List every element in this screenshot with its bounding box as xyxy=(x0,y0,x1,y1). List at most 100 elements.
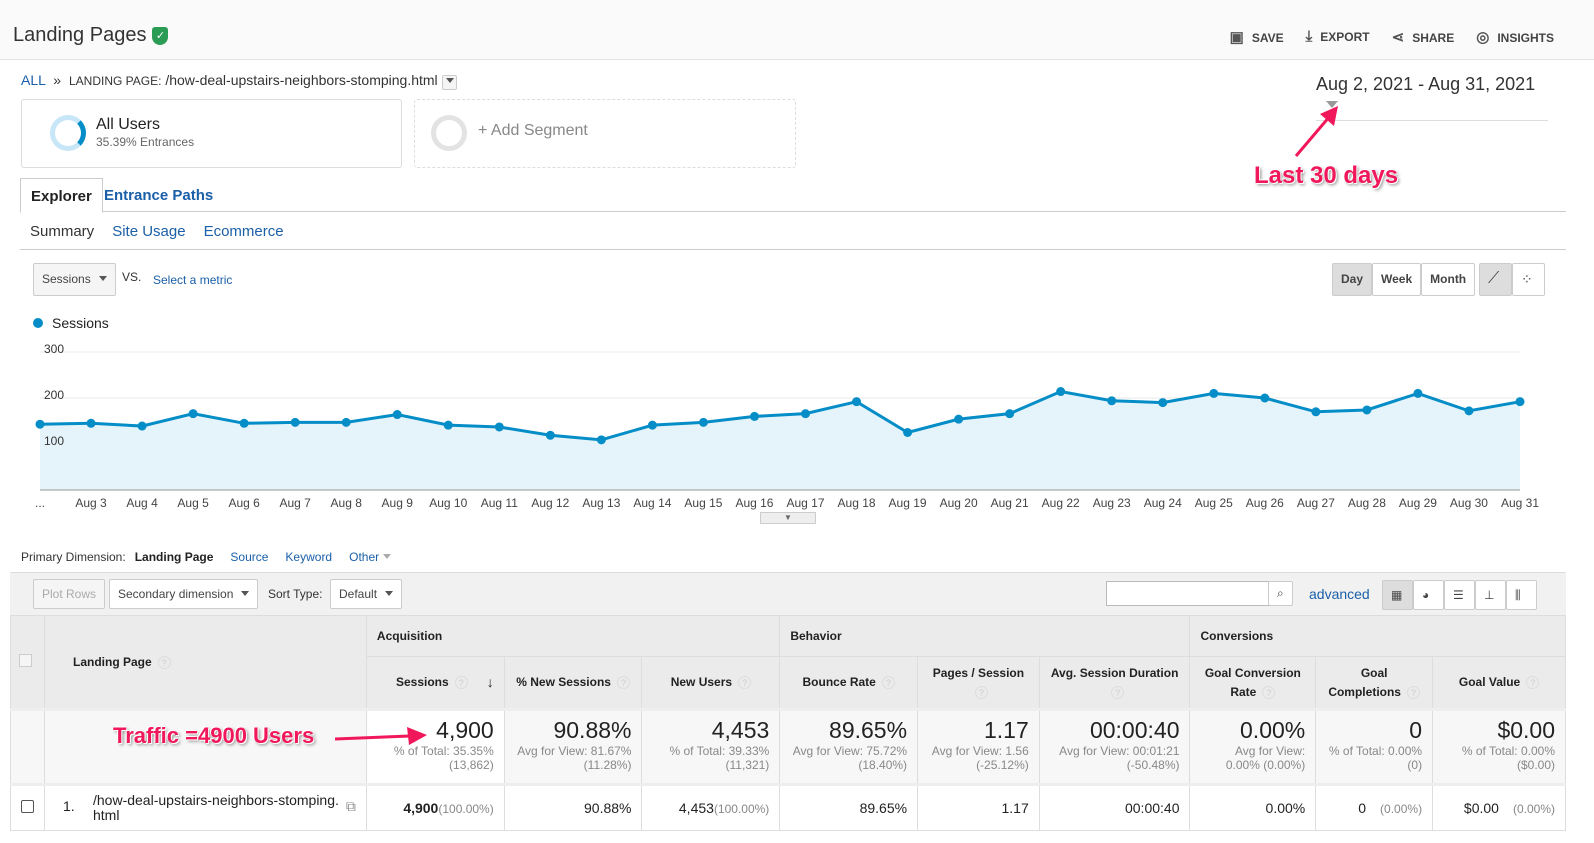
tab-entrance-paths[interactable]: Entrance Paths xyxy=(94,178,223,213)
data-point[interactable] xyxy=(954,414,964,424)
x-tick-label: Aug 10 xyxy=(429,496,468,510)
select-all-checkbox[interactable] xyxy=(19,654,32,667)
plot-rows-button[interactable]: Plot Rows xyxy=(33,579,106,609)
data-point[interactable] xyxy=(698,417,708,427)
col-pages-session[interactable]: Pages / Session? xyxy=(917,656,1040,710)
tab-explorer[interactable]: Explorer xyxy=(20,178,103,213)
data-point[interactable] xyxy=(1362,405,1372,415)
advanced-link[interactable]: advanced xyxy=(1309,586,1370,602)
data-point[interactable] xyxy=(35,419,45,429)
data-point[interactable] xyxy=(137,421,147,431)
subtab-ecommerce[interactable]: Ecommerce xyxy=(204,223,284,240)
data-point[interactable] xyxy=(1056,387,1066,397)
data-point[interactable] xyxy=(852,397,862,407)
save-button[interactable]: ▣ SAVE xyxy=(1230,28,1284,46)
secondary-dimension-select[interactable]: Secondary dimension xyxy=(109,579,259,609)
sort-type-select[interactable]: Default xyxy=(330,579,403,609)
pie-view-icon[interactable]: ◕ xyxy=(1413,580,1444,610)
table-search-input[interactable] xyxy=(1106,581,1270,606)
data-point[interactable] xyxy=(1107,396,1117,406)
data-point[interactable] xyxy=(647,420,657,430)
segment-all-users[interactable]: All Users 35.39% Entrances xyxy=(21,99,402,168)
col-bounce-rate[interactable]: Bounce Rate? xyxy=(779,656,919,710)
table-view-icon[interactable]: ▦ xyxy=(1382,580,1413,610)
select-metric-link[interactable]: Select a metric xyxy=(153,273,232,287)
data-point[interactable] xyxy=(86,418,96,428)
period-day-button[interactable]: Day xyxy=(1332,263,1373,296)
data-point[interactable] xyxy=(1158,398,1168,408)
sort-desc-icon[interactable]: ↓ xyxy=(487,673,494,692)
data-point[interactable] xyxy=(1464,406,1474,416)
insights-button[interactable]: ◎ INSIGHTS xyxy=(1476,28,1554,46)
comparison-view-icon[interactable]: ⊥ xyxy=(1475,580,1506,610)
col-sessions[interactable]: Sessions? ↓ xyxy=(365,656,505,710)
data-point[interactable] xyxy=(1515,397,1525,407)
col-goal-value[interactable]: Goal Value? xyxy=(1432,656,1566,710)
dimension-landing-page[interactable]: Landing Page xyxy=(135,550,214,564)
col-new-users[interactable]: New Users? xyxy=(641,656,781,710)
data-point[interactable] xyxy=(545,430,555,440)
subtabs: Summary Site Usage Ecommerce xyxy=(30,223,284,240)
vs-label: VS. xyxy=(122,270,142,284)
data-point[interactable] xyxy=(903,428,913,437)
data-point[interactable] xyxy=(596,435,606,445)
line-chart-icon[interactable]: ⟋ xyxy=(1479,263,1512,296)
group-behavior: Behavior xyxy=(779,615,1191,657)
data-point[interactable] xyxy=(1005,409,1015,419)
chart-collapse-handle[interactable]: ▼ xyxy=(760,512,816,524)
x-tick-label: Aug 27 xyxy=(1296,496,1335,510)
open-page-icon[interactable]: ⧉ xyxy=(346,798,356,815)
chevron-down-icon xyxy=(383,554,392,563)
data-point[interactable] xyxy=(443,420,453,430)
motion-chart-icon[interactable]: ⁘ xyxy=(1512,263,1545,296)
row-cell: 0.00% xyxy=(1189,784,1317,831)
period-month-button[interactable]: Month xyxy=(1421,263,1476,296)
bar-view-icon[interactable]: ☰ xyxy=(1444,580,1475,610)
data-point[interactable] xyxy=(749,411,759,421)
row-cell: 4,900(100.00%) xyxy=(365,784,505,831)
chart-legend: Sessions xyxy=(33,315,109,331)
col-avg-session-duration[interactable]: Avg. Session Duration? xyxy=(1038,656,1191,710)
dimension-source[interactable]: Source xyxy=(230,550,268,564)
subtab-site-usage[interactable]: Site Usage xyxy=(112,223,185,240)
data-point[interactable] xyxy=(1311,407,1321,417)
subtab-summary[interactable]: Summary xyxy=(30,223,94,240)
breadcrumb-dropdown[interactable] xyxy=(441,75,457,90)
x-tick-label: Aug 28 xyxy=(1347,496,1386,510)
dimension-keyword[interactable]: Keyword xyxy=(285,550,332,564)
row-checkbox[interactable] xyxy=(21,800,34,813)
data-point[interactable] xyxy=(1413,388,1423,398)
search-icon[interactable]: ⌕ xyxy=(1268,581,1293,606)
breadcrumb-all[interactable]: ALL xyxy=(21,72,45,88)
period-week-button[interactable]: Week xyxy=(1372,263,1422,296)
table-view-toggle: ▦ ◕ ☰ ⊥ ⫼ xyxy=(1382,580,1537,610)
col-goal-completions[interactable]: Goal Completions? xyxy=(1315,656,1434,710)
row-landing-page-link[interactable]: /how-deal-upstairs-neighbors-stomping.ht… xyxy=(93,793,343,823)
add-segment-button[interactable]: + Add Segment xyxy=(414,99,796,168)
chevron-down-icon xyxy=(98,276,107,285)
group-conversions: Conversions xyxy=(1189,615,1566,657)
data-point[interactable] xyxy=(801,409,811,419)
data-point[interactable] xyxy=(341,417,351,427)
col--new-sessions[interactable]: % New Sessions? xyxy=(503,656,643,710)
data-point[interactable] xyxy=(1260,393,1270,403)
col-goal-conversion-rate[interactable]: Goal Conversion Rate? xyxy=(1189,656,1317,710)
data-point[interactable] xyxy=(188,409,198,419)
data-point[interactable] xyxy=(290,417,300,427)
row-cell: 89.65% xyxy=(779,784,919,831)
data-point[interactable] xyxy=(392,410,402,420)
data-point[interactable] xyxy=(239,418,249,428)
x-tick-label: Aug 21 xyxy=(990,496,1029,510)
help-icon: ? xyxy=(1111,685,1125,699)
share-button[interactable]: ⋖ SHARE xyxy=(1392,28,1455,46)
data-point[interactable] xyxy=(494,422,504,432)
pivot-view-icon[interactable]: ⫼ xyxy=(1506,580,1537,610)
date-range-picker[interactable]: Aug 2, 2021 - Aug 31, 2021 xyxy=(1316,74,1548,121)
x-tick-label: Aug 16 xyxy=(735,496,774,510)
export-button[interactable]: ⤓ EXPORT xyxy=(1306,28,1370,46)
data-point[interactable] xyxy=(1209,388,1219,398)
dimension-other[interactable]: Other xyxy=(349,550,392,564)
metric-select[interactable]: Sessions xyxy=(33,263,116,296)
col-landing-page[interactable]: Landing Page? xyxy=(44,615,367,710)
total-cell: 89.65% Avg for View: 75.72% (18.40%) xyxy=(779,709,919,785)
